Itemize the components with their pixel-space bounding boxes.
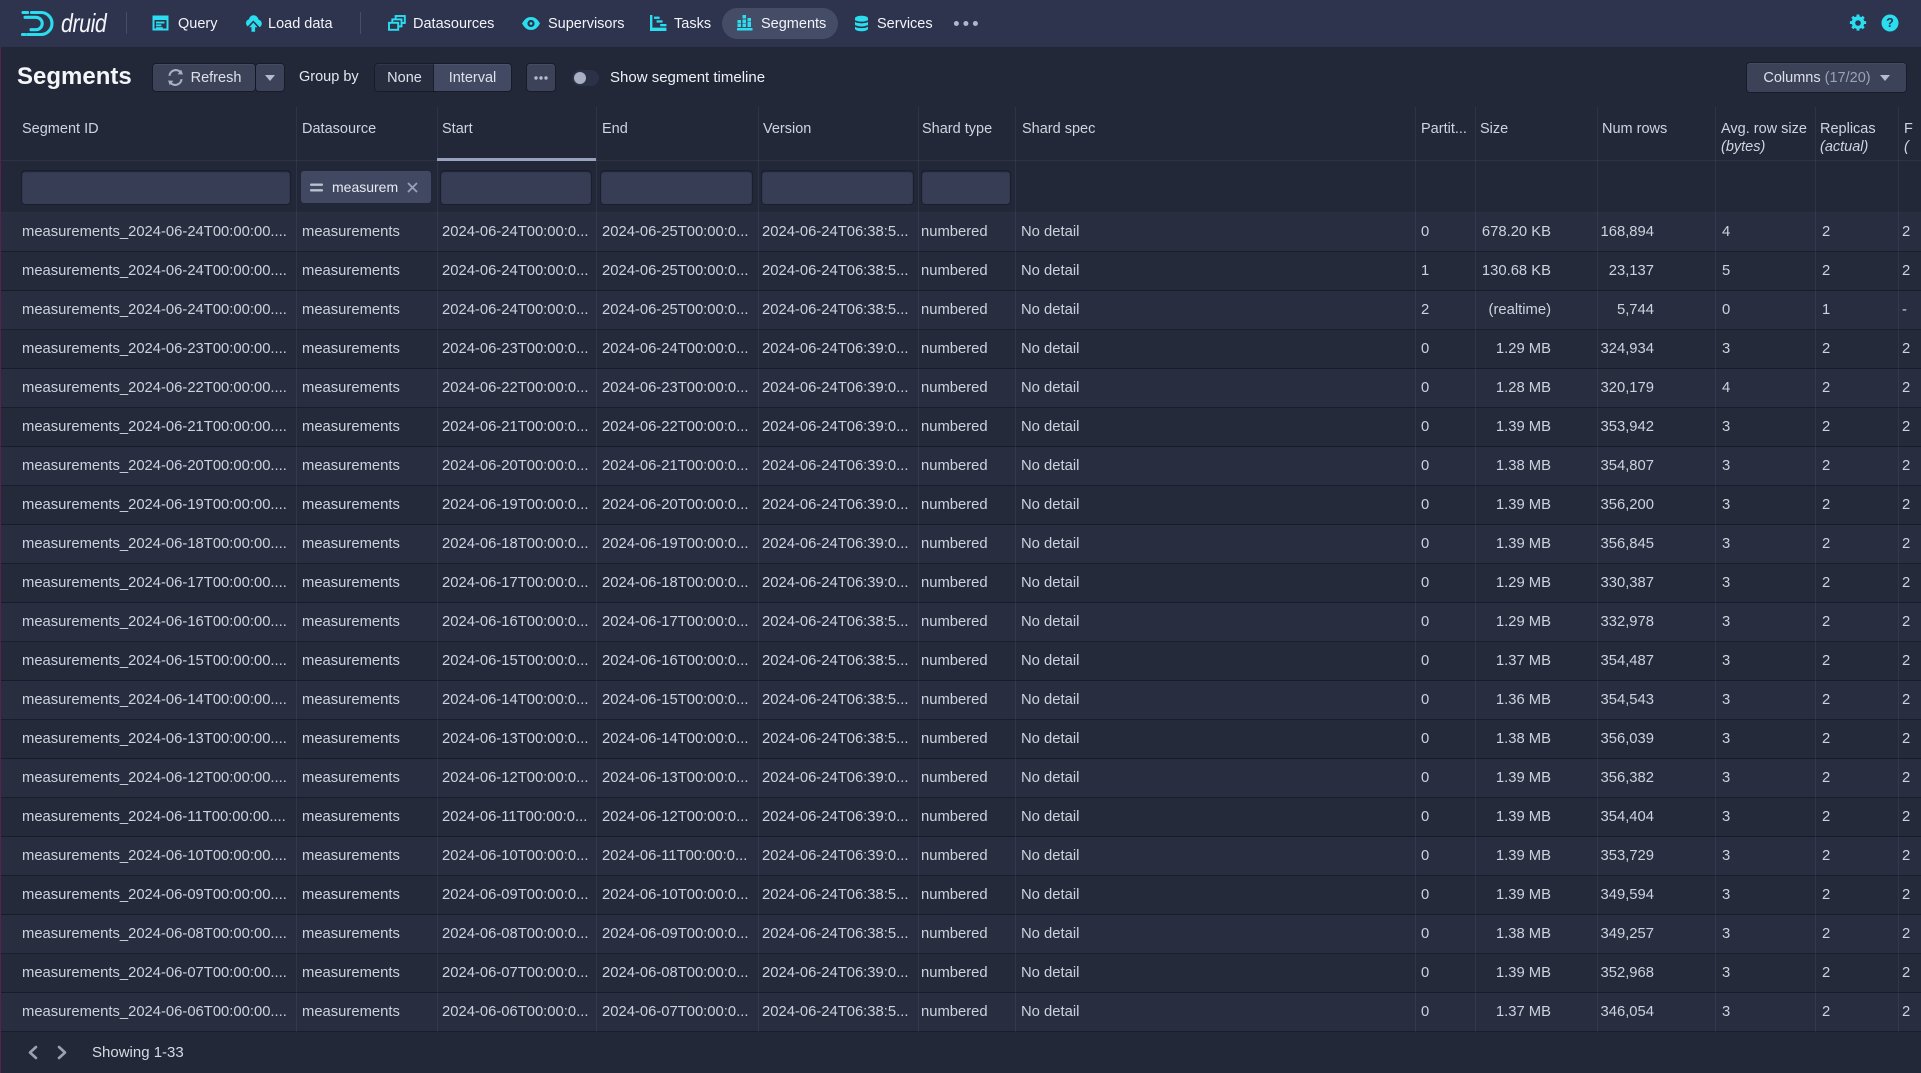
svg-text:?: ? [1886,16,1894,30]
